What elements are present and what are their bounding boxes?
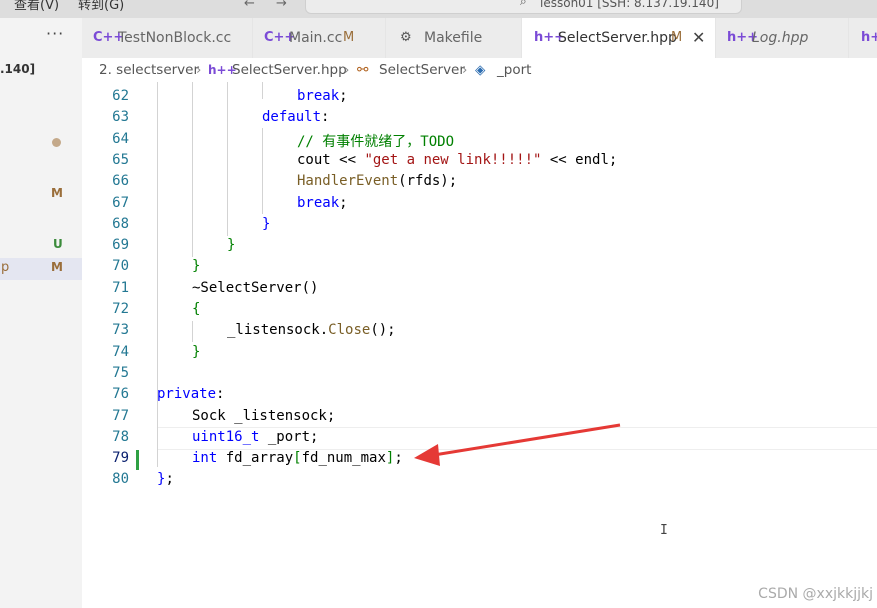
chevron-right-icon: › (344, 62, 350, 78)
breadcrumb: 2. selectserver › h++ SelectServer.hpp ›… (82, 58, 877, 82)
remote-folder-label: .140] (0, 62, 36, 76)
breadcrumb-member[interactable]: _port (497, 62, 531, 78)
breadcrumb-class[interactable]: SelectServer (379, 62, 465, 78)
tab-label: Makefile (424, 30, 483, 46)
code-editor[interactable]: 62 break; 63 default: 64// 有事件就绪了，TODO 65 cout… (82, 82, 877, 608)
tab-testnonblock[interactable]: C++ TestNonBlock.cc (82, 18, 253, 58)
breadcrumb-folder[interactable]: 2. selectserver (99, 62, 199, 78)
close-icon[interactable]: ✕ (692, 28, 705, 47)
modified-badge: M (343, 30, 355, 45)
menu-goto[interactable]: 转到(G) (78, 0, 124, 13)
menu-view[interactable]: 查看(V) (14, 0, 59, 13)
chevron-right-icon: › (462, 62, 468, 78)
git-status-badge: U (53, 237, 63, 251)
tab-log[interactable]: h++ Log.hpp (716, 18, 849, 58)
tab-label: Log.hpp (752, 30, 809, 46)
back-arrow-icon[interactable]: ← (244, 0, 255, 11)
selected-file-item[interactable]: p M (0, 258, 82, 280)
tab-selectserver[interactable]: h++ SelectServer.hpp M ✕ (522, 18, 716, 59)
explorer-sidebar: ··· .140] M U p M (0, 18, 83, 608)
tab-makefile[interactable]: ⚙ Makefile (386, 18, 522, 58)
modified-badge: M (671, 30, 683, 45)
breadcrumb-file[interactable]: SelectServer.hpp (232, 62, 347, 78)
search-icon: ⌕ (520, 0, 527, 8)
command-center-search[interactable]: ⌕ lesson01 [SSH: 8.137.19.140] (305, 0, 742, 14)
tab-label: TestNonBlock.cc (118, 30, 232, 46)
tab-main[interactable]: C++ Main.cc M (253, 18, 386, 58)
tab-label: SelectServer.hpp (558, 30, 677, 46)
class-symbol-icon: ⚯ (357, 62, 369, 78)
field-symbol-icon: ◈ (475, 62, 486, 78)
chevron-right-icon: › (196, 62, 202, 78)
annotation-arrow (414, 423, 621, 466)
git-status-badge: M (51, 186, 63, 200)
hpp-file-icon: h++ (861, 30, 877, 45)
tab-label: Main.cc (289, 30, 343, 46)
command-center-text: lesson01 [SSH: 8.137.19.140] (540, 0, 719, 10)
menu-bar: 查看(V) 转到(G) ← → ⌕ lesson01 [SSH: 8.137.1… (0, 0, 877, 18)
tab-overflow[interactable]: h++ (849, 18, 877, 58)
more-actions-icon[interactable]: ··· (46, 24, 64, 43)
file-name-fragment: p (1, 260, 10, 275)
watermark: CSDN @xxjkkjjkj (758, 586, 873, 602)
unsaved-dot-icon (52, 138, 61, 147)
forward-arrow-icon[interactable]: → (276, 0, 287, 11)
makefile-icon: ⚙ (400, 30, 412, 45)
git-status-badge: M (51, 260, 63, 274)
editor-tabs: C++ TestNonBlock.cc C++ Main.cc M ⚙ Make… (82, 18, 877, 59)
